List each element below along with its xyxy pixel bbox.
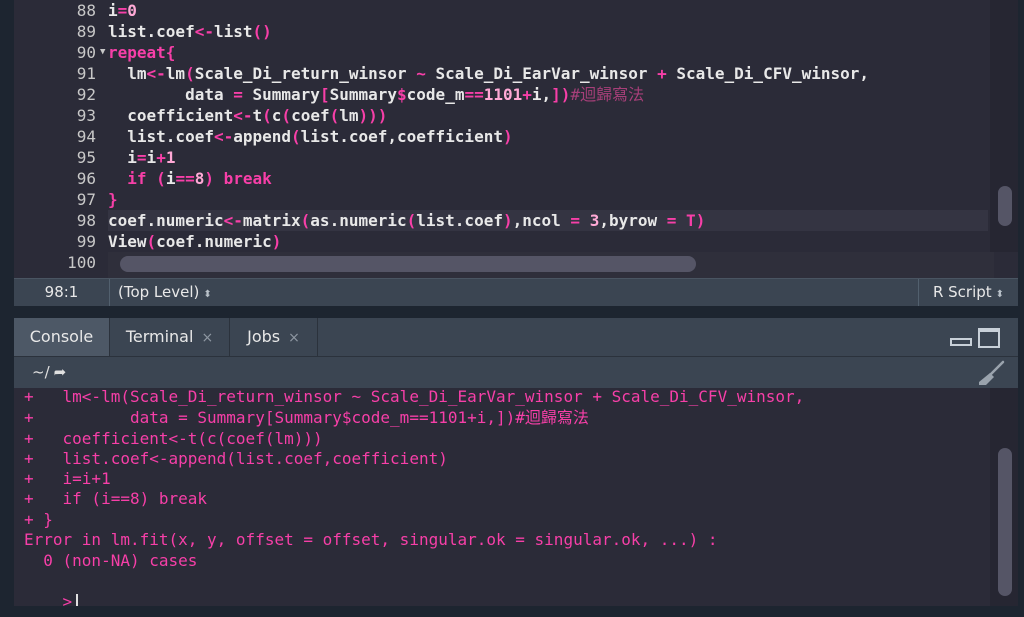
close-icon[interactable]: × [201,330,213,346]
close-icon[interactable]: × [288,330,300,346]
working-directory-path: ~/ [32,363,50,381]
line-number: 89 [76,22,96,41]
code-line: if (i==8) break [127,169,272,188]
working-directory: ~/➦ [32,363,66,381]
line-number: 93 [76,106,96,125]
updown-caret-icon: ⬍ [995,289,1005,300]
line-number: 99 [76,232,96,251]
tab-jobs[interactable]: Jobs × [230,318,318,356]
console-line: + lm<-lm(Scale_Di_return_winsor ~ Scale_… [24,388,805,406]
line-number: 90 [76,43,96,62]
fold-toggle-icon[interactable]: ▼ [100,42,105,63]
console-output[interactable]: + lm<-lm(Scale_Di_return_winsor ~ Scale_… [14,388,1018,606]
go-to-directory-icon[interactable]: ➦ [54,363,67,381]
maximize-pane-icon[interactable] [978,328,1000,348]
line-number: 97 [76,190,96,209]
scope-selector[interactable]: (Top Level) ⬍ [118,279,212,306]
horizontal-scrollbar[interactable] [108,252,994,278]
line-number: 94 [76,127,96,146]
console-line: + } [24,510,53,529]
line-number: 92 [76,85,96,104]
scope-label: (Top Level) [118,283,200,301]
console-line: + data = Summary[Summary$code_m==1101+i,… [24,408,589,427]
file-type-label: R Script [932,283,992,301]
line-number: 88 [76,1,96,20]
updown-caret-icon: ⬍ [203,289,212,300]
console-vertical-scrollbar[interactable] [990,388,1018,606]
cursor-position: 98:1 [14,279,110,306]
code-line: i=0 [108,1,137,20]
tab-label: Terminal [125,327,194,346]
editor-status-bar: 98:1 (Top Level) ⬍ R Script ⬍ [14,278,1018,306]
code-line: data = Summary[Summary$code_m==1101+i,])… [108,85,645,104]
code-area[interactable]: i=0 list.coef<-list() repeat{ lm<-lm(Sca… [108,0,994,278]
console-line: + list.coef<-append(list.coef,coefficien… [24,449,448,468]
horizontal-scroll-thumb[interactable] [120,256,696,272]
code-line: lm<-lm(Scale_Di_return_winsor ~ Scale_Di… [108,64,870,83]
pane-window-controls [950,328,1002,350]
console-scroll-thumb[interactable] [998,448,1012,596]
code-line: i=i+1 [108,148,176,167]
text-cursor [76,593,79,606]
code-line: View(coef.numeric) [108,232,282,251]
code-line: repeat{ [108,43,176,62]
source-editor[interactable]: 88 89 90 ▼ 91 92 93 94 95 96 97 98 99 10… [14,0,1018,278]
line-number: 95 [76,148,96,167]
tab-terminal[interactable]: Terminal × [110,318,230,356]
tab-console[interactable]: Console [14,318,110,356]
console-line: + if (i==8) break [24,489,208,508]
console-error-line: Error in lm.fit(x, y, offset = offset, s… [24,530,718,549]
console-line: + coefficient<-t(c(coef(lm))) [24,429,323,448]
line-number: 91 [76,64,96,83]
code-line: list.coef<-append(list.coef,coefficient) [108,127,513,146]
tab-label: Console [29,327,94,346]
code-line: } [108,190,118,209]
console-line: + i=i+1 [24,469,111,488]
line-number-gutter: 88 89 90 ▼ 91 92 93 94 95 96 97 98 99 10… [14,0,110,278]
code-line: coefficient<-t(c(coef(lm))) [108,106,388,125]
code-line: list.coef<-list() [108,22,272,41]
line-number: 100 [67,253,96,272]
line-number: 98 [76,211,96,230]
file-type-selector[interactable]: R Script ⬍ [918,279,1018,306]
console-error-line: 0 (non-NA) cases [24,551,198,570]
line-number: 96 [76,169,96,188]
console-prompt: > [62,592,73,606]
code-line-current: coef.numeric<-matrix(as.numeric(list.coe… [108,210,988,231]
clear-console-broom-icon[interactable] [976,360,1006,386]
minimize-pane-icon[interactable] [950,338,972,346]
console-prompt-line[interactable]: > [24,570,79,606]
console-tab-bar: Console Terminal × Jobs × [14,318,1018,356]
vertical-scroll-thumb[interactable] [998,186,1012,226]
tab-label: Jobs [247,327,281,346]
vertical-scrollbar[interactable] [990,0,1018,252]
console-toolbar: ~/➦ [14,356,1018,388]
